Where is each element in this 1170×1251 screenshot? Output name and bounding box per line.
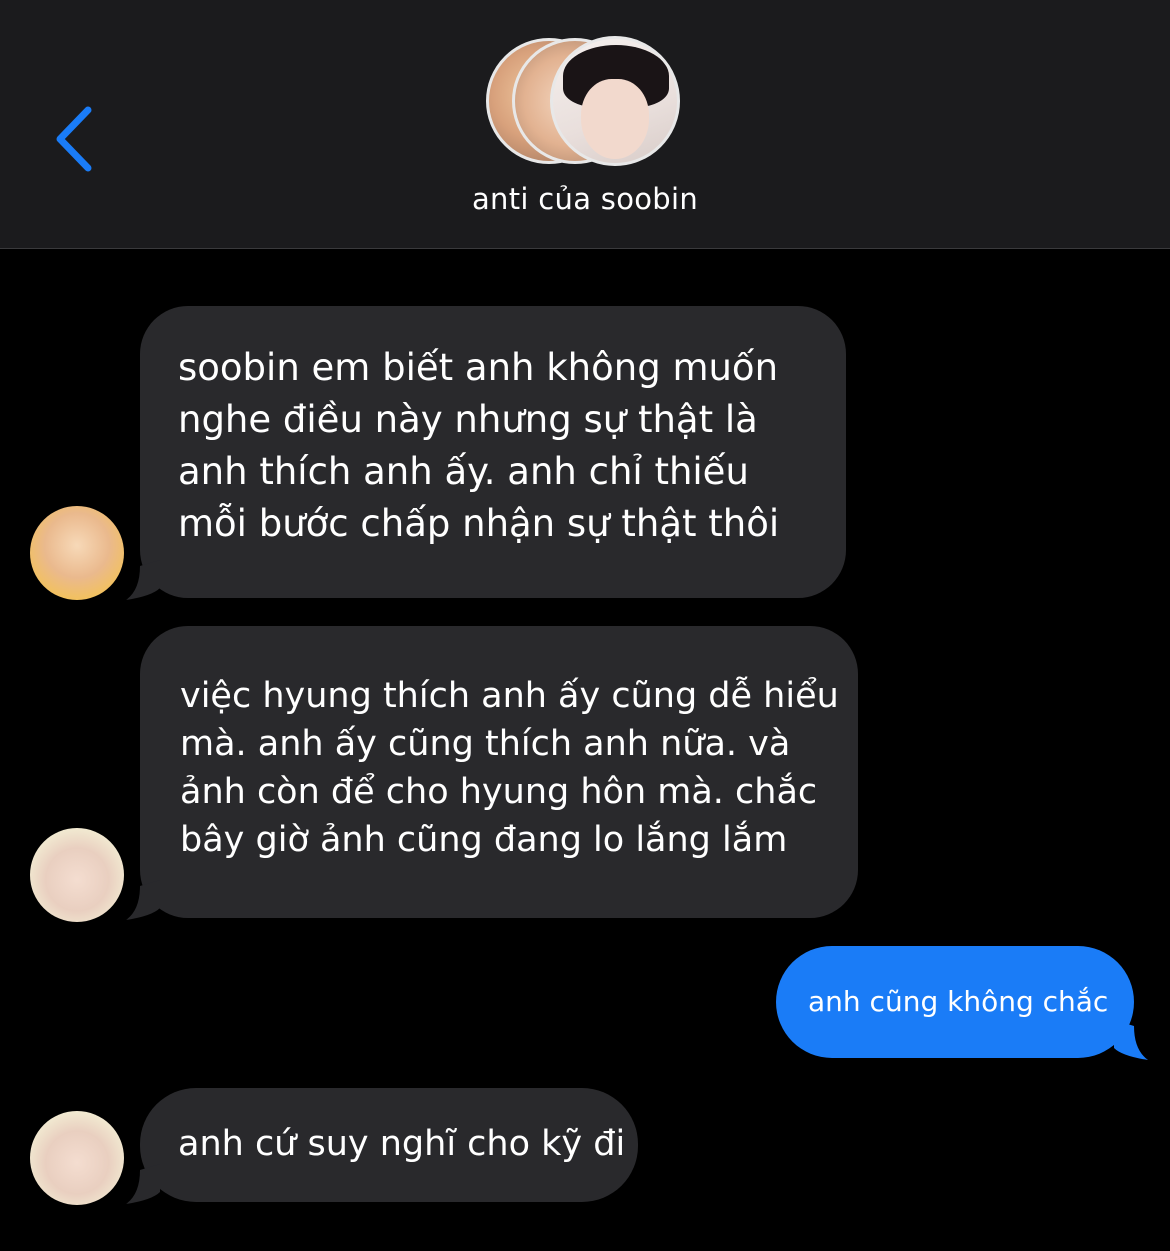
message-text-line: mỗi bước chấp nhận sự thật thôi <box>178 502 780 545</box>
message-text-line: nghe điều này nhưng sự thật là <box>178 398 758 441</box>
bubble-tail <box>126 1164 160 1204</box>
incoming-message-bubble[interactable]: anh cứ suy nghĩ cho kỹ đi <box>126 1088 638 1204</box>
sender-avatar[interactable] <box>30 828 124 922</box>
bubble-tail <box>126 880 160 920</box>
message-text-line: ảnh còn để cho hyung hôn mà. chắc <box>180 772 818 812</box>
group-member-avatar <box>550 36 680 166</box>
message-text-line: anh cũng không chắc <box>808 985 1109 1018</box>
bubble-tail <box>1114 1020 1148 1060</box>
incoming-message-bubble[interactable]: việc hyung thích anh ấy cũng dễ hiểu mà.… <box>126 626 858 920</box>
group-avatar-stack[interactable] <box>486 36 686 168</box>
sender-avatar[interactable] <box>30 506 124 600</box>
message-text-line: anh cứ suy nghĩ cho kỹ đi <box>178 1124 626 1164</box>
group-name[interactable]: anti của soobin <box>0 182 1170 216</box>
message-text-line: mà. anh ấy cũng thích anh nữa. và <box>180 724 791 764</box>
bubble-tail <box>126 560 160 600</box>
message-text-line: soobin em biết anh không muốn <box>178 346 779 389</box>
back-button[interactable] <box>50 104 100 174</box>
message-text-line: anh thích anh ấy. anh chỉ thiếu <box>178 450 749 493</box>
message-text-line: việc hyung thích anh ấy cũng dễ hiểu <box>180 676 839 716</box>
chevron-left-icon <box>56 106 92 172</box>
chat-header: anti của soobin <box>0 0 1170 249</box>
sender-avatar[interactable] <box>30 1111 124 1205</box>
message-text-line: bây giờ ảnh cũng đang lo lắng lắm <box>180 820 788 860</box>
outgoing-message-bubble[interactable]: anh cũng không chắc <box>776 946 1148 1060</box>
incoming-message-bubble[interactable]: soobin em biết anh không muốn nghe điều … <box>126 306 846 600</box>
